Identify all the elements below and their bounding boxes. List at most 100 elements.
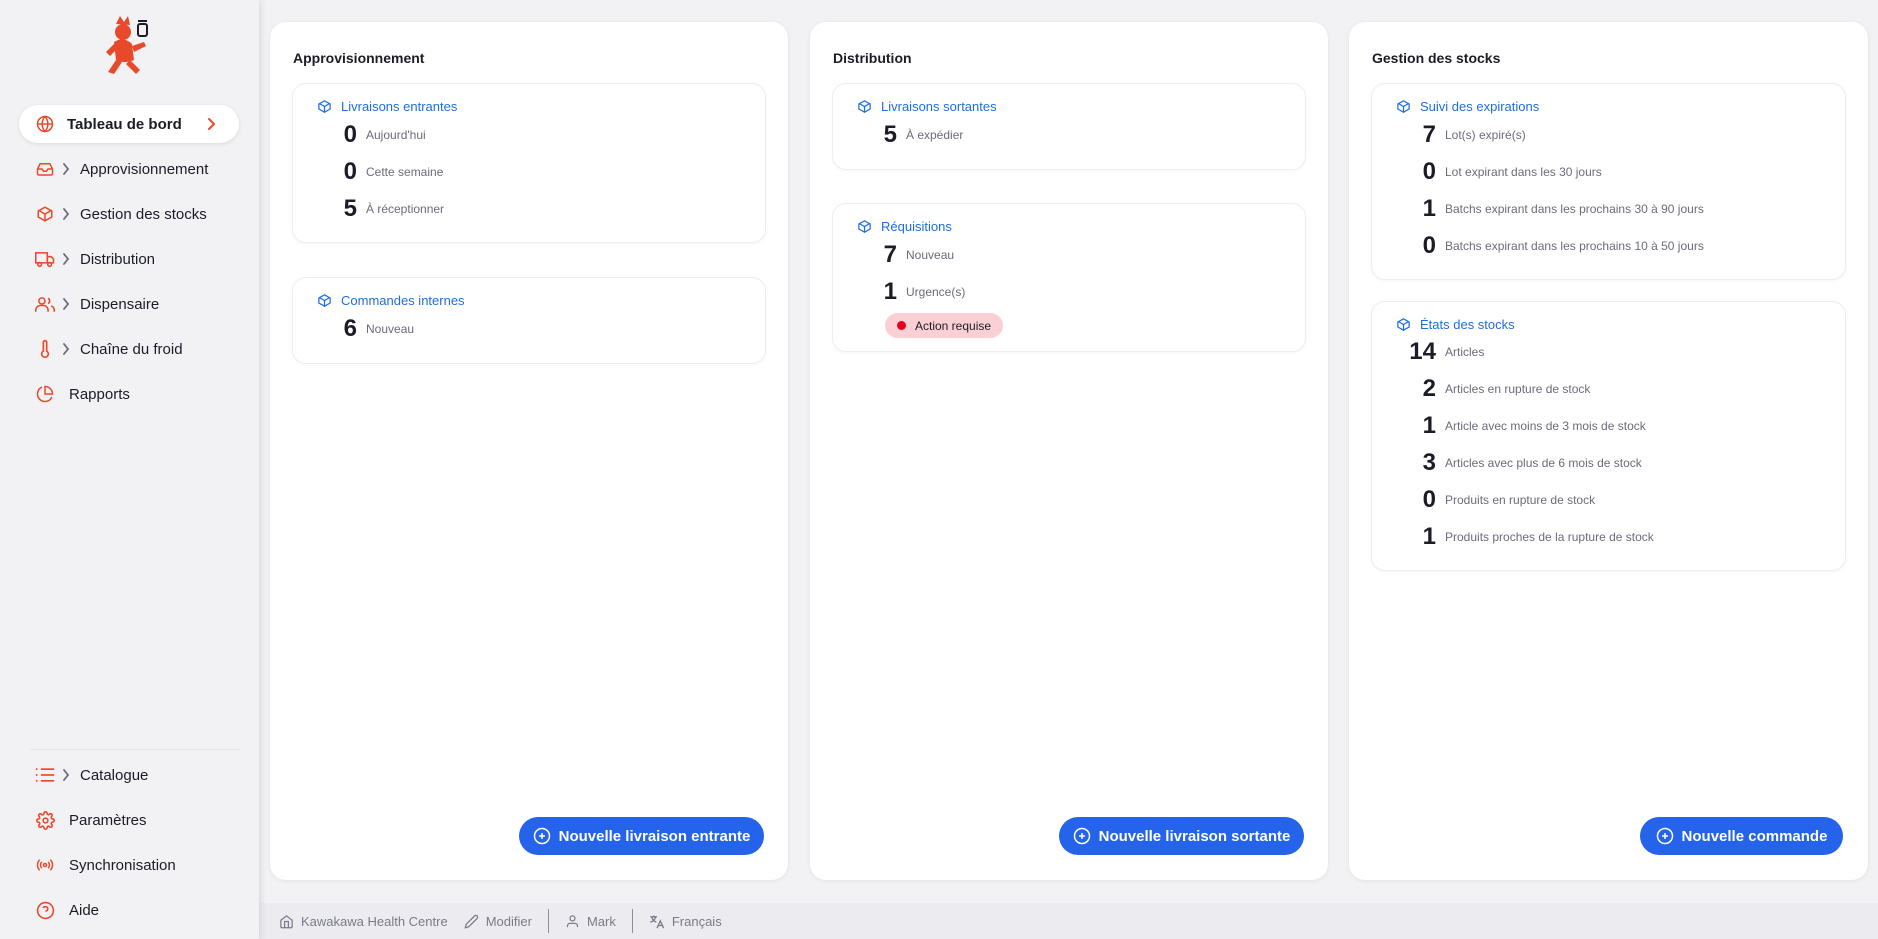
nav-label-help: Aide (69, 901, 100, 919)
chevron-right-icon (60, 163, 72, 175)
gear-icon (35, 810, 55, 830)
replenishment-card: Approvisionnement Livraisons entrantes 0… (270, 22, 788, 880)
nav-label-catalogue: Catalogue (80, 766, 149, 784)
widget-header[interactable]: Commandes internes (317, 293, 465, 308)
stat-label: Articles en rupture de stock (1445, 382, 1591, 396)
button-label: Nouvelle livraison sortante (1098, 827, 1291, 845)
stat-value: 7 (883, 241, 897, 268)
stat-row[interactable]: 3 Articles avec plus de 6 mois de stock (1396, 449, 1856, 477)
users-icon (35, 294, 55, 314)
nav-item-settings[interactable]: Paramètres (19, 801, 239, 839)
stat-row[interactable]: 7 Lot(s) expiré(s) (1396, 121, 1856, 149)
widget-requisitions: Réquisitions 7 Nouveau 1 Urgence(s) Acti… (832, 203, 1306, 352)
help-icon (35, 900, 55, 920)
user-menu[interactable]: Mark (565, 914, 616, 929)
distribution-card: Distribution Livraisons sortantes 5 À ex… (810, 22, 1328, 880)
new-outbound-shipment-button[interactable]: Nouvelle livraison sortante (1059, 817, 1304, 855)
stat-row[interactable]: 14 Articles (1396, 338, 1856, 366)
nav-item-dispensary[interactable]: Dispensaire (19, 285, 239, 323)
widget-header[interactable]: États des stocks (1396, 317, 1515, 332)
widget-title: Suivi des expirations (1420, 99, 1540, 114)
edit-store-link[interactable]: Modifier (464, 914, 532, 929)
stat-value: 14 (1409, 338, 1436, 365)
stat-value: 3 (1422, 449, 1436, 476)
stat-value: 1 (1422, 523, 1436, 550)
stat-row[interactable]: 0 Batchs expirant dans les prochains 10 … (1396, 232, 1856, 260)
nav-item-inventory[interactable]: Gestion des stocks (19, 195, 239, 233)
sidebar: Tableau de bord Approvisionnement Gestio… (0, 0, 259, 939)
stat-row[interactable]: 2 Articles en rupture de stock (1396, 375, 1856, 403)
stat-row[interactable]: 6 Nouveau (317, 315, 777, 343)
stat-row[interactable]: 1 Urgence(s) (857, 278, 1317, 306)
language-selector[interactable]: Français (649, 914, 722, 929)
stat-row[interactable]: 5 À réceptionner (317, 195, 777, 223)
stat-row[interactable]: 0 Aujourd'hui (317, 121, 777, 149)
truck-icon (35, 249, 55, 269)
inventory-card: Gestion des stocks Suivi des expirations… (1349, 22, 1868, 880)
nav-item-help[interactable]: Aide (19, 891, 239, 929)
nav-item-distribution[interactable]: Distribution (19, 240, 239, 278)
translate-icon (649, 915, 665, 928)
widget-expiry-tracking: Suivi des expirations 7 Lot(s) expiré(s)… (1371, 83, 1846, 280)
stat-row[interactable]: 5 À expédier (857, 121, 1317, 149)
footer-separator (547, 909, 549, 933)
footer-separator (631, 909, 633, 933)
stat-label: Nouveau (366, 322, 415, 336)
nav-label-reports: Rapports (69, 385, 130, 403)
nav-label-inventory: Gestion des stocks (80, 205, 207, 223)
sidebar-divider (30, 749, 240, 750)
box-icon (35, 204, 55, 224)
widget-title: Livraisons sortantes (881, 99, 997, 114)
stat-row[interactable]: 0 Produits en rupture de stock (1396, 486, 1856, 514)
home-icon (280, 914, 293, 928)
nav-item-catalogue[interactable]: Catalogue (19, 756, 239, 794)
box-icon (858, 220, 871, 233)
nav-item-sync[interactable]: Synchronisation (19, 846, 239, 884)
new-order-button[interactable]: Nouvelle commande (1640, 817, 1843, 855)
radio-icon (35, 855, 55, 875)
stat-row[interactable]: 1 Article avec moins de 3 mois de stock (1396, 412, 1856, 440)
store-selector[interactable]: Kawakawa Health Centre (279, 914, 448, 929)
nav-item-reports[interactable]: Rapports (19, 375, 239, 413)
stat-value: 0 (1422, 486, 1436, 513)
widget-header[interactable]: Livraisons sortantes (857, 99, 997, 114)
widget-inbound-shipments: Livraisons entrantes 0 Aujourd'hui 0 Cet… (292, 83, 766, 243)
nav-label-distribution: Distribution (80, 250, 156, 268)
widget-outbound-shipments: Livraisons sortantes 5 À expédier (832, 83, 1306, 170)
globe-icon (35, 114, 55, 134)
stat-row[interactable]: 0 Lot expirant dans les 30 jours (1396, 158, 1856, 186)
nav-item-dashboard[interactable]: Tableau de bord (19, 105, 239, 143)
stat-label: Lot(s) expiré(s) (1445, 128, 1526, 142)
stat-row[interactable]: 0 Cette semaine (317, 158, 777, 186)
action-required-badge: Action requise (885, 313, 1004, 338)
widget-header[interactable]: Suivi des expirations (1396, 99, 1539, 114)
stat-value: 1 (883, 278, 897, 305)
box-icon (318, 294, 331, 307)
nav-item-cold-chain[interactable]: Chaîne du froid (19, 330, 239, 368)
stat-label: Produits proches de la rupture de stock (1445, 530, 1654, 544)
new-inbound-shipment-button[interactable]: Nouvelle livraison entrante (519, 817, 764, 855)
footer-bar: Kawakawa Health Centre Modifier Mark Fra… (259, 903, 1878, 939)
box-icon (858, 100, 871, 113)
chevron-right-icon (208, 118, 215, 130)
stat-row[interactable]: 7 Nouveau (857, 241, 1317, 269)
stat-value: 0 (343, 121, 357, 148)
app-logo-icon (106, 16, 148, 74)
chevron-right-icon (60, 769, 72, 781)
widget-header[interactable]: Livraisons entrantes (317, 99, 457, 114)
plus-circle-icon (1073, 827, 1090, 845)
nav-label-settings: Paramètres (69, 811, 147, 829)
stat-label: À expédier (906, 128, 964, 142)
pie-chart-icon (35, 384, 55, 404)
stat-row[interactable]: 1 Batchs expirant dans les prochains 30 … (1396, 195, 1856, 223)
stat-label: Urgence(s) (906, 285, 966, 299)
pencil-icon (464, 914, 478, 929)
stat-label: Cette semaine (366, 165, 444, 179)
stat-row[interactable]: 1 Produits proches de la rupture de stoc… (1396, 523, 1856, 551)
badge-label: Action requise (915, 318, 992, 333)
edit-label: Modifier (485, 913, 532, 929)
stat-value: 5 (343, 195, 357, 222)
chevron-right-icon (60, 298, 72, 310)
widget-header[interactable]: Réquisitions (857, 219, 952, 234)
nav-item-replenishment[interactable]: Approvisionnement (19, 150, 239, 188)
